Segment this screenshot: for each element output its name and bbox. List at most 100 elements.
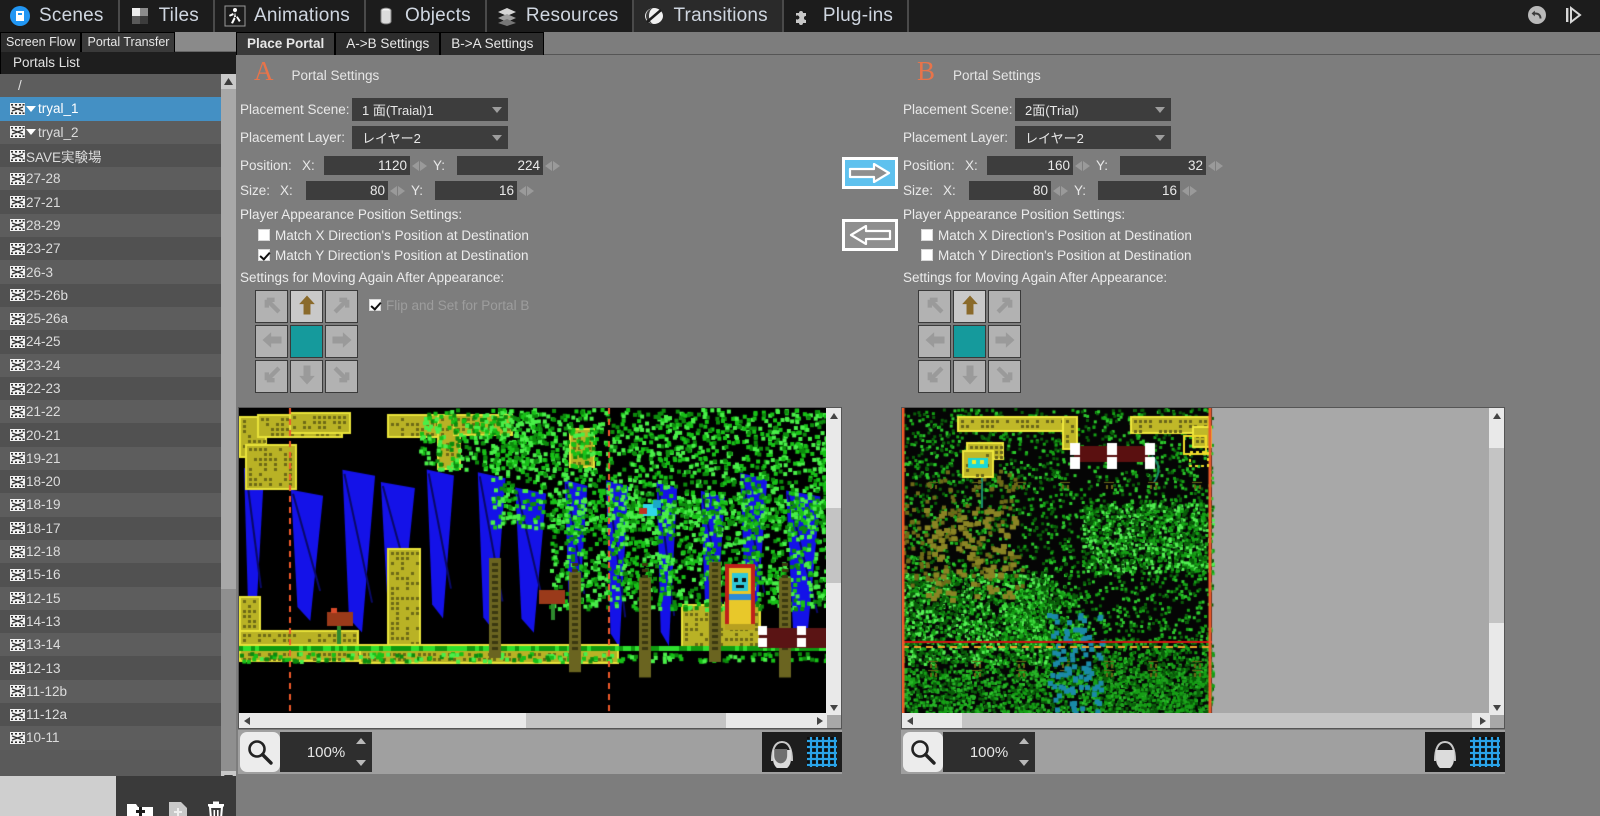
new-folder-button[interactable] — [126, 799, 154, 816]
list-item[interactable]: tryal_1 — [0, 97, 221, 120]
scroll-down-icon[interactable] — [826, 700, 841, 715]
grid-icon[interactable] — [802, 732, 842, 772]
dir-down-button[interactable] — [953, 360, 986, 393]
spin-right-icon[interactable] — [1061, 186, 1068, 196]
portal-a-match-y-checkbox[interactable] — [258, 249, 270, 261]
dir-up-button[interactable] — [290, 290, 323, 323]
portal-a-zoom-spinner[interactable] — [356, 738, 366, 766]
portal-a-match-y-row[interactable]: Match Y Direction's Position at Destinat… — [240, 245, 840, 265]
portal-a-scene-select[interactable]: 1 面(Traial)1 — [352, 98, 508, 121]
list-item[interactable]: 12-13 — [0, 656, 221, 679]
list-item[interactable]: 13-14 — [0, 633, 221, 656]
portal-a-match-x-checkbox[interactable] — [258, 229, 270, 241]
spin-right-icon[interactable] — [1190, 186, 1197, 196]
undo-icon[interactable] — [1526, 4, 1548, 29]
portals-list-scroll-thumb[interactable] — [221, 89, 236, 589]
list-item[interactable]: 25-26b — [0, 284, 221, 307]
tab-plugins[interactable]: Plug-ins — [784, 0, 909, 32]
scroll-down-icon[interactable] — [1489, 700, 1504, 715]
delete-button[interactable] — [202, 799, 230, 816]
tab-transitions[interactable]: Transitions — [634, 0, 783, 32]
list-item[interactable]: 15-16 — [0, 563, 221, 586]
list-item[interactable]: 22-23 — [0, 377, 221, 400]
dir-center-button[interactable] — [953, 325, 986, 358]
list-item[interactable]: 18-17 — [0, 517, 221, 540]
list-item[interactable]: 14-13 — [0, 610, 221, 633]
spin-right-icon[interactable] — [1083, 161, 1090, 171]
spin-left-icon[interactable] — [1208, 161, 1215, 171]
dir-up-right-button[interactable] — [325, 290, 358, 323]
spin-right-icon[interactable] — [527, 186, 534, 196]
list-item[interactable]: 19-21 — [0, 447, 221, 470]
tab-resources[interactable]: Resources — [487, 0, 635, 32]
list-item[interactable]: 27-21 — [0, 190, 221, 213]
portal-a-size-y-spinner[interactable] — [519, 186, 534, 196]
zoom-up-icon[interactable] — [1019, 738, 1029, 744]
list-item[interactable]: 25-26a — [0, 307, 221, 330]
portals-list-scrollbar[interactable] — [221, 74, 236, 786]
portal-b-layer-select[interactable]: レイヤー2 — [1015, 126, 1171, 149]
scroll-up-icon[interactable] — [221, 74, 236, 89]
portal-b-position-x-input[interactable]: 160 — [987, 156, 1073, 175]
portal-a-match-x-row[interactable]: Match X Direction's Position at Destinat… — [240, 225, 840, 245]
portal-b-zoom-input[interactable]: 100% — [943, 732, 1035, 772]
portal-b-zoom-spinner[interactable] — [1019, 738, 1029, 766]
dir-right-button[interactable] — [325, 325, 358, 358]
sidebar-tab-screen-flow[interactable]: Screen Flow — [0, 32, 81, 52]
dir-up-button[interactable] — [953, 290, 986, 323]
portal-b-match-x-row[interactable]: Match X Direction's Position at Destinat… — [903, 225, 1503, 245]
magnet-icon[interactable] — [762, 732, 802, 772]
dir-center-button[interactable] — [290, 325, 323, 358]
portal-b-match-y-checkbox[interactable] — [921, 249, 933, 261]
dir-down-button[interactable] — [290, 360, 323, 393]
spin-left-icon[interactable] — [545, 161, 552, 171]
dir-down-left-button[interactable] — [255, 360, 288, 393]
spin-right-icon[interactable] — [1216, 161, 1223, 171]
portal-a-preview-hscroll[interactable] — [239, 713, 827, 728]
portal-a-layer-select[interactable]: レイヤー2 — [352, 126, 508, 149]
list-item[interactable]: 18-20 — [0, 470, 221, 493]
list-item[interactable]: 20-21 — [0, 423, 221, 446]
portal-b-preview-hthumb[interactable] — [962, 713, 1472, 728]
dir-left-button[interactable] — [255, 325, 288, 358]
list-item[interactable]: 23-24 — [0, 354, 221, 377]
list-item[interactable]: 21-22 — [0, 400, 221, 423]
portal-a-flip-row[interactable]: Flip and Set for Portal B — [369, 295, 529, 315]
tab-place-portal[interactable]: Place Portal — [236, 32, 335, 55]
portal-b-match-y-row[interactable]: Match Y Direction's Position at Destinat… — [903, 245, 1503, 265]
list-item[interactable]: 27-28 — [0, 167, 221, 190]
tab-a-to-b-settings[interactable]: A->B Settings — [335, 32, 440, 55]
tab-objects[interactable]: Objects — [366, 0, 487, 32]
scroll-left-icon[interactable] — [902, 713, 917, 728]
spin-left-icon[interactable] — [519, 186, 526, 196]
portal-b-preview-canvas[interactable] — [902, 408, 1490, 715]
list-item[interactable]: tryal_2 — [0, 121, 221, 144]
new-portal-button[interactable] — [164, 799, 192, 816]
portal-a-position-y-spinner[interactable] — [545, 161, 560, 171]
portal-b-size-y-input[interactable]: 16 — [1098, 181, 1180, 200]
spin-right-icon[interactable] — [420, 161, 427, 171]
dir-down-right-button[interactable] — [988, 360, 1021, 393]
portal-b-position-x-spinner[interactable] — [1075, 161, 1090, 171]
dir-left-button[interactable] — [918, 325, 951, 358]
spin-right-icon[interactable] — [553, 161, 560, 171]
list-item[interactable]: 23-27 — [0, 237, 221, 260]
portal-a-preview-vthumb[interactable] — [826, 508, 841, 583]
portal-a-position-y-input[interactable]: 224 — [457, 156, 543, 175]
magnet-icon[interactable] — [1425, 732, 1465, 772]
portal-b-size-x-spinner[interactable] — [1053, 186, 1068, 196]
tab-b-to-a-settings[interactable]: B->A Settings — [440, 32, 544, 55]
portal-a-size-y-input[interactable]: 16 — [435, 181, 517, 200]
list-item[interactable]: 26-3 — [0, 260, 221, 283]
portal-a-preview-htrough[interactable] — [254, 713, 812, 728]
list-item[interactable]: 12-18 — [0, 540, 221, 563]
tab-scenes[interactable]: Scenes — [0, 0, 120, 32]
spin-left-icon[interactable] — [1182, 186, 1189, 196]
list-item[interactable]: / — [0, 74, 221, 97]
portal-a-preview-hthumb[interactable] — [526, 713, 726, 728]
sidebar-tab-portal-transfer[interactable]: Portal Transfer — [81, 32, 175, 52]
dir-up-right-button[interactable] — [988, 290, 1021, 323]
list-item[interactable]: 18-19 — [0, 493, 221, 516]
list-item[interactable]: 11-12b — [0, 680, 221, 703]
spin-right-icon[interactable] — [398, 186, 405, 196]
